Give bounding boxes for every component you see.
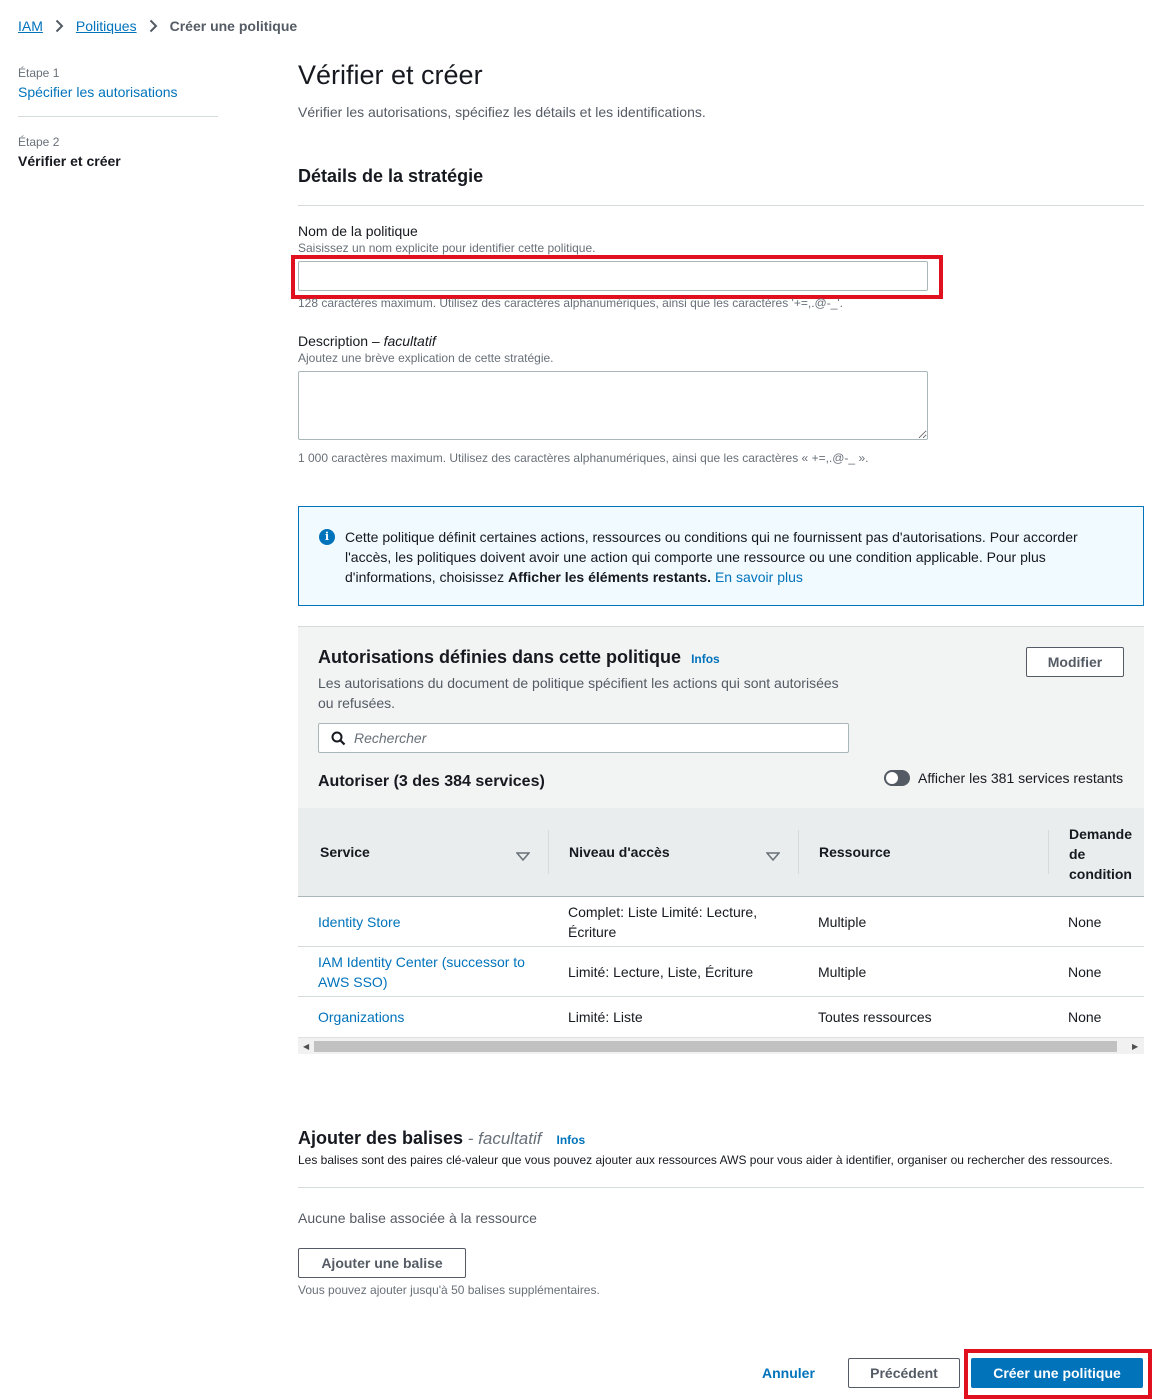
description-help: Ajoutez une brève explication de cette s… bbox=[298, 351, 554, 365]
column-divider bbox=[1048, 830, 1049, 874]
step-2-title: Vérifier et créer bbox=[18, 153, 121, 169]
policy-name-hint: 128 caractères maximum. Utilisez des car… bbox=[298, 296, 844, 310]
scrollbar-thumb[interactable] bbox=[314, 1041, 1117, 1052]
column-header-access-level[interactable]: Niveau d'accès bbox=[569, 844, 670, 860]
step-1-link[interactable]: Spécifier les autorisations bbox=[18, 84, 218, 100]
chevron-right-icon bbox=[149, 19, 158, 33]
step-1-number: Étape 1 bbox=[18, 66, 60, 80]
learn-more-link[interactable]: En savoir plus bbox=[715, 569, 803, 585]
condition-cell: None bbox=[1068, 964, 1102, 980]
description-label-text: Description – bbox=[298, 333, 384, 349]
service-link-iam-identity-center[interactable]: IAM Identity Center (successor to AWS SS… bbox=[318, 952, 533, 992]
info-alert-body: Cette politique définit certaines action… bbox=[345, 529, 1078, 585]
tags-infos-link[interactable]: Infos bbox=[557, 1133, 586, 1147]
cancel-button[interactable]: Annuler bbox=[762, 1365, 815, 1381]
info-alert-bold: Afficher les éléments restants. bbox=[507, 569, 712, 585]
table-row: Organizations Limité: Liste Toutes resso… bbox=[298, 997, 1144, 1037]
search-placeholder: Rechercher bbox=[354, 730, 427, 746]
tags-description: Les balises sont des paires clé-valeur q… bbox=[298, 1153, 1113, 1167]
table-row: IAM Identity Center (successor to AWS SS… bbox=[298, 947, 1144, 997]
column-header-service[interactable]: Service bbox=[320, 844, 370, 860]
tags-limit-hint: Vous pouvez ajouter jusqu'à 50 balises s… bbox=[298, 1283, 600, 1297]
modify-button[interactable]: Modifier bbox=[1026, 647, 1124, 677]
page-description: Vérifier les autorisations, spécifiez le… bbox=[298, 104, 706, 120]
policy-name-highlight bbox=[291, 255, 943, 299]
permissions-description: Les autorisations du document de politiq… bbox=[318, 675, 839, 711]
service-link-identity-store[interactable]: Identity Store bbox=[318, 912, 401, 932]
tags-title-text: Ajouter des balises bbox=[298, 1128, 464, 1148]
access-level-cell: Complet: Liste Limité: Lecture, Écriture bbox=[568, 904, 758, 940]
show-remaining-label: Afficher les 381 services restants bbox=[918, 770, 1124, 786]
breadcrumb-current: Créer une politique bbox=[169, 18, 298, 34]
description-textarea[interactable] bbox=[298, 371, 928, 440]
step-divider bbox=[18, 116, 218, 117]
info-icon: i bbox=[319, 529, 335, 545]
step-2: Étape 2 Vérifier et créer bbox=[18, 135, 218, 169]
scroll-right-icon[interactable]: ▶ bbox=[1132, 1042, 1138, 1051]
breadcrumb: IAM Politiques Créer une politique bbox=[18, 18, 297, 34]
scroll-left-icon[interactable]: ◀ bbox=[303, 1042, 309, 1051]
details-heading: Détails de la stratégie bbox=[298, 166, 484, 186]
step-2-number: Étape 2 bbox=[18, 135, 60, 149]
no-tags-message: Aucune balise associée à la ressource bbox=[298, 1210, 537, 1226]
column-header-condition: Demande de condition bbox=[1069, 826, 1133, 882]
step-1: Étape 1 Spécifier les autorisations bbox=[18, 66, 218, 100]
info-alert: i Cette politique définit certaines acti… bbox=[298, 506, 1144, 606]
chevron-right-icon bbox=[55, 19, 64, 33]
permissions-title-text: Autorisations définies dans cette politi… bbox=[318, 647, 682, 667]
breadcrumb-link-politiques[interactable]: Politiques bbox=[76, 18, 137, 34]
access-level-cell: Limité: Lecture, Liste, Écriture bbox=[568, 964, 754, 980]
column-divider bbox=[798, 830, 799, 874]
permissions-table-header: Service Niveau d'accès Ressource Demande… bbox=[298, 808, 1144, 897]
search-icon bbox=[331, 731, 346, 749]
add-tag-button[interactable]: Ajouter une balise bbox=[298, 1248, 466, 1278]
policy-name-description: Saisissez un nom explicite pour identifi… bbox=[298, 241, 596, 255]
wizard-steps: Étape 1 Spécifier les autorisations Étap… bbox=[18, 66, 218, 169]
permissions-panel: Autorisations définies dans cette politi… bbox=[298, 626, 1144, 808]
tags-title: Ajouter des balises - facultatif Infos bbox=[298, 1128, 585, 1149]
permissions-infos-link[interactable]: Infos bbox=[691, 652, 720, 666]
details-divider bbox=[298, 205, 1144, 206]
tags-optional: - facultatif bbox=[463, 1129, 542, 1148]
show-remaining-toggle[interactable] bbox=[884, 770, 910, 786]
tags-divider bbox=[298, 1187, 1144, 1188]
table-horizontal-scrollbar[interactable]: ◀ ▶ bbox=[298, 1037, 1144, 1054]
description-label: Description – facultatif bbox=[298, 333, 436, 349]
policy-name-label: Nom de la politique bbox=[298, 223, 418, 239]
allow-services-title: Autoriser (3 des 384 services) bbox=[318, 773, 545, 790]
resource-cell: Multiple bbox=[818, 914, 867, 930]
description-optional: facultatif bbox=[383, 333, 436, 349]
condition-cell: None bbox=[1068, 1009, 1102, 1025]
create-policy-highlight bbox=[964, 1349, 1152, 1399]
search-field[interactable]: Rechercher bbox=[318, 723, 849, 753]
resource-cell: Multiple bbox=[818, 964, 867, 980]
resource-cell: Toutes ressources bbox=[818, 1009, 932, 1025]
info-alert-text: Cette politique définit certaines action… bbox=[345, 527, 1125, 587]
previous-button[interactable]: Précédent bbox=[848, 1358, 960, 1388]
table-row: Identity Store Complet: Liste Limité: Le… bbox=[298, 897, 1144, 947]
sort-down-icon[interactable] bbox=[515, 848, 531, 864]
permissions-title: Autorisations définies dans cette politi… bbox=[318, 647, 720, 668]
column-header-resource: Ressource bbox=[819, 844, 891, 860]
condition-cell: None bbox=[1068, 914, 1102, 930]
sort-down-icon[interactable] bbox=[765, 848, 781, 864]
access-level-cell: Limité: Liste bbox=[568, 1009, 643, 1025]
service-link-organizations[interactable]: Organizations bbox=[318, 1007, 404, 1027]
breadcrumb-link-iam[interactable]: IAM bbox=[18, 18, 43, 34]
page-title: Vérifier et créer bbox=[298, 60, 483, 90]
column-divider bbox=[548, 830, 549, 874]
description-hint: 1 000 caractères maximum. Utilisez des c… bbox=[298, 451, 869, 465]
